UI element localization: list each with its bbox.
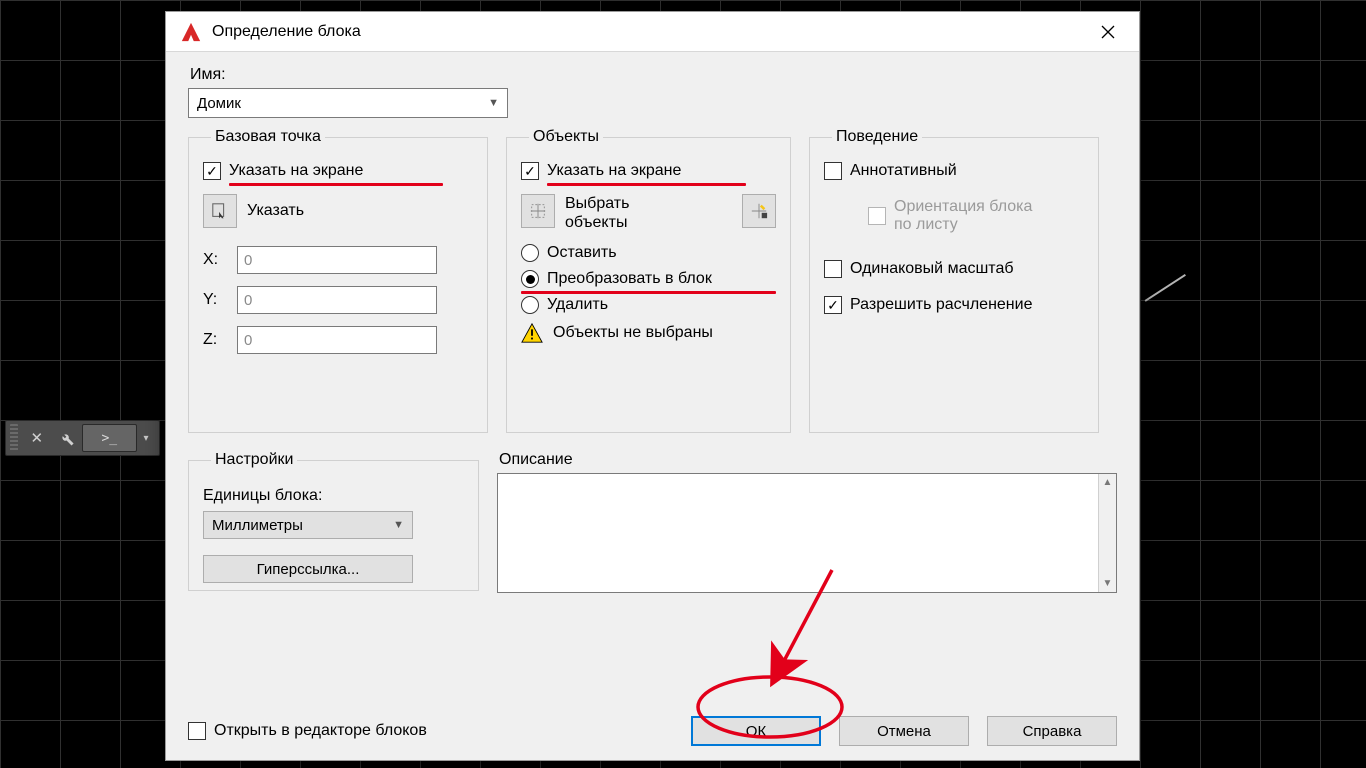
scrollbar[interactable]: ▲▼ [1098,474,1116,592]
help-button[interactable]: Справка [987,716,1117,746]
description-label: Описание [499,451,1117,469]
obj-specify-on-screen-checkbox[interactable]: ✓ Указать на экране [521,162,776,180]
toolbar-close-icon[interactable]: ✕ [22,424,52,452]
select-objects-button[interactable] [521,194,555,228]
y-input[interactable] [237,286,437,314]
objects-group: Объекты ✓ Указать на экране Выбрать объе… [506,128,791,433]
z-label: Z: [203,331,223,349]
close-icon [1101,25,1115,39]
objects-legend: Объекты [529,128,603,146]
no-objects-warning: Объекты не выбраны [553,324,713,342]
name-value: Домик [197,95,488,112]
docked-toolbar: ✕ >_ ▾ [5,420,160,456]
hyperlink-button[interactable]: Гиперссылка... [203,555,413,583]
settings-group: Настройки Единицы блока: Миллиметры ▼ Ги… [188,451,479,591]
close-button[interactable] [1085,14,1131,50]
z-input[interactable] [237,326,437,354]
select-objects-icon [529,202,547,220]
quick-select-icon [750,202,768,220]
annotative-checkbox[interactable]: Аннотативный [824,162,1084,180]
orientation-checkbox: Ориентация блока по листу [868,198,1084,234]
open-in-block-editor-checkbox[interactable]: Открыть в редакторе блоков [188,722,427,740]
settings-legend: Настройки [211,451,297,469]
delete-radio[interactable]: Удалить [521,296,776,314]
allow-exploding-checkbox[interactable]: ✓Разрешить расчленение [824,296,1084,314]
select-objects-label: Выбрать объекты [565,194,629,232]
pick-point-label: Указать [247,202,304,220]
toolbar-dropdown-icon[interactable]: ▾ [137,424,155,452]
cancel-button[interactable]: Отмена [839,716,969,746]
description-textarea[interactable]: ▲▼ [497,473,1117,593]
wrench-icon[interactable] [52,424,82,452]
warning-icon [521,322,543,344]
chevron-down-icon: ▼ [393,519,404,531]
titlebar[interactable]: Определение блока [166,12,1139,52]
pick-point-button[interactable] [203,194,237,228]
block-unit-select[interactable]: Миллиметры ▼ [203,511,413,539]
x-label: X: [203,251,223,269]
y-label: Y: [203,291,223,309]
base-point-legend: Базовая точка [211,128,325,146]
retain-radio[interactable]: Оставить [521,244,776,262]
x-input[interactable] [237,246,437,274]
pick-point-icon [211,202,229,220]
behavior-legend: Поведение [832,128,922,146]
chevron-down-icon: ▼ [488,97,499,109]
dialog-title: Определение блока [212,23,1085,41]
block-unit-label: Единицы блока: [203,487,464,505]
quick-select-button[interactable] [742,194,776,228]
convert-to-block-radio[interactable]: Преобразовать в блок [521,270,776,288]
uniform-scale-checkbox[interactable]: Одинаковый масштаб [824,260,1084,278]
app-icon [180,21,202,43]
ok-button[interactable]: ОК [691,716,821,746]
name-label: Имя: [190,66,1117,84]
behavior-group: Поведение Аннотативный Ориентация блока … [809,128,1099,433]
command-line-button[interactable]: >_ [82,424,138,452]
block-definition-dialog: Определение блока Имя: Домик ▼ Базовая т… [165,11,1140,761]
name-combobox[interactable]: Домик ▼ [188,88,508,118]
base-point-group: Базовая точка ✓ Указать на экране Указат… [188,128,488,433]
bp-specify-on-screen-checkbox[interactable]: ✓ Указать на экране [203,162,473,180]
toolbar-grip[interactable] [10,424,18,452]
